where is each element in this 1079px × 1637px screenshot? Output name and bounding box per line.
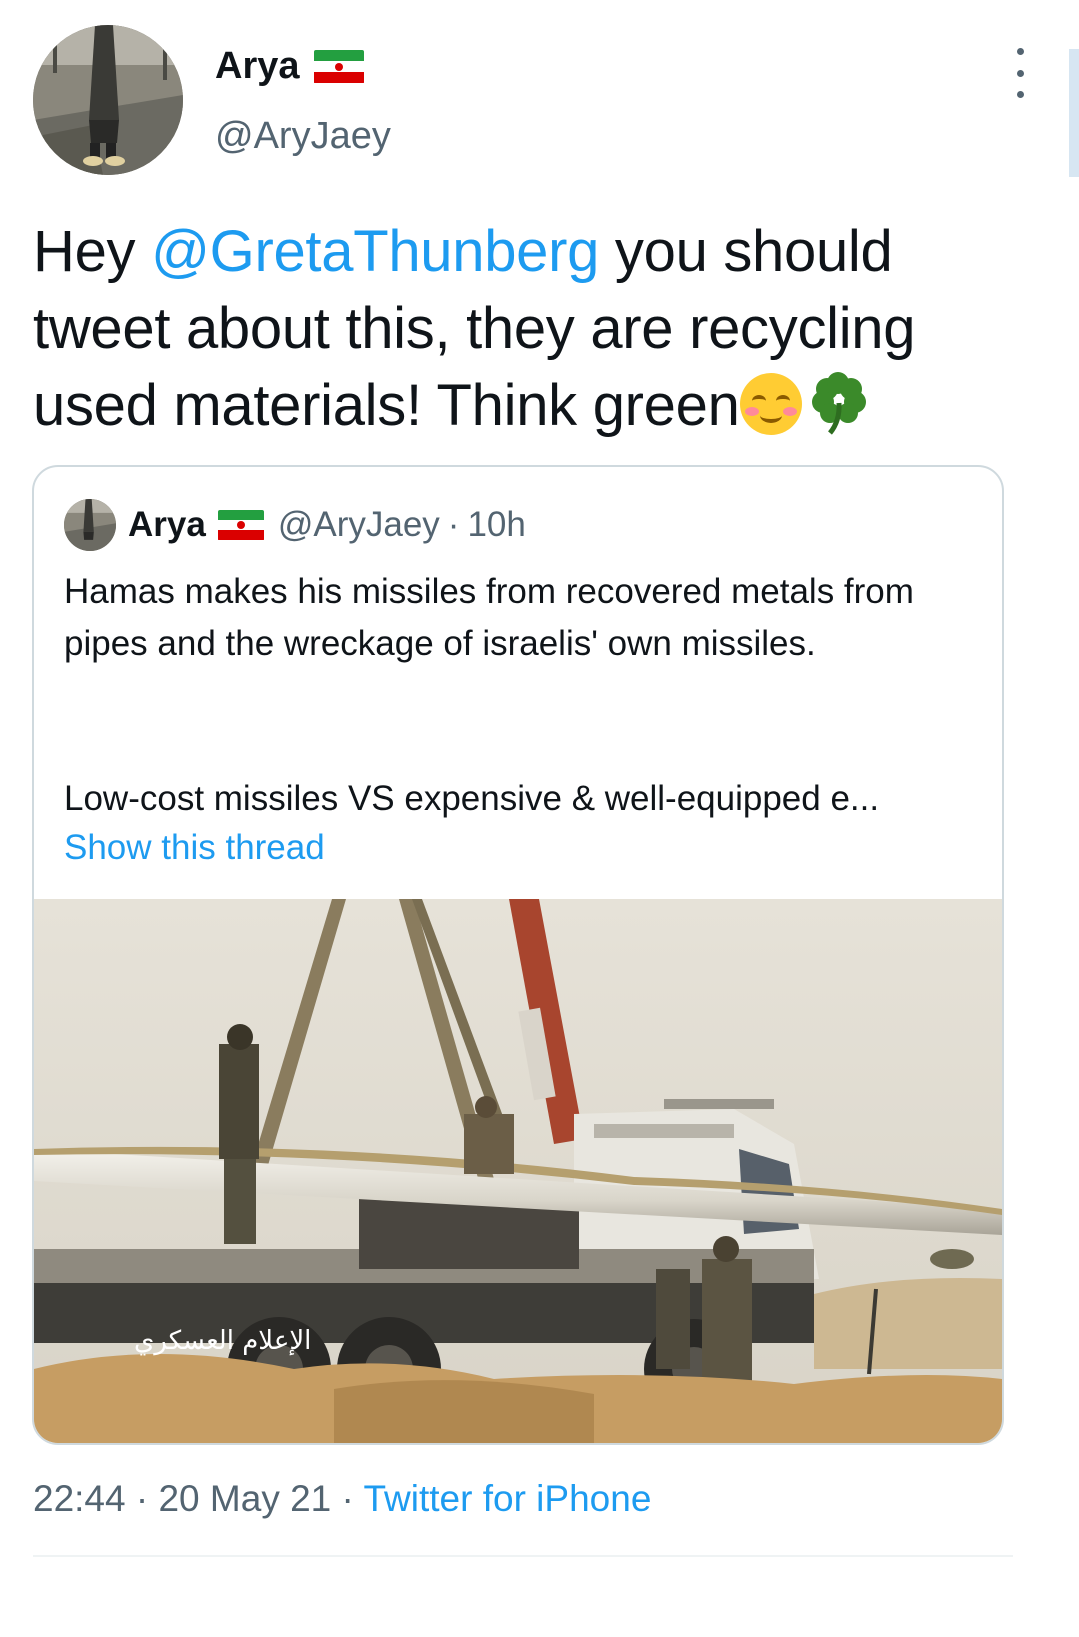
avatar-photo xyxy=(33,25,183,175)
tweet-time[interactable]: 22:44 xyxy=(33,1478,126,1519)
quoted-tweet-header: Arya @AryJaey · 10h xyxy=(64,499,526,551)
more-options-icon[interactable] xyxy=(1010,48,1030,98)
meta-separator: · xyxy=(331,1478,364,1519)
iran-flag-icon xyxy=(313,49,364,84)
tweet-date[interactable]: 20 May 21 xyxy=(158,1478,331,1519)
four-leaf-clover-emoji-icon xyxy=(811,371,866,435)
iran-flag-icon xyxy=(217,509,264,541)
separator-dot: · xyxy=(447,505,460,544)
tweet-source-link[interactable]: Twitter for iPhone xyxy=(363,1478,651,1519)
meta-separator: · xyxy=(125,1478,159,1519)
tweet-text: Hey @GretaThunberg you should tweet abou… xyxy=(33,213,1023,444)
quoted-tweet-text-truncated: Low-cost missiles VS expensive & well-eq… xyxy=(64,779,880,818)
media-watermark: الإعلام العسكري xyxy=(134,1326,311,1356)
quoted-author-avatar xyxy=(64,499,116,551)
divider xyxy=(33,1555,1013,1557)
quoted-tweet-card[interactable]: Arya @AryJaey · 10h Hamas makes his miss… xyxy=(32,465,1004,1445)
author-avatar[interactable] xyxy=(33,25,183,175)
quoted-author-handle: @AryJaey xyxy=(277,505,440,544)
show-thread-link[interactable]: Show this thread xyxy=(64,828,325,868)
author-name-row[interactable]: Arya xyxy=(215,45,364,88)
scrollbar[interactable] xyxy=(1069,49,1079,177)
author-handle[interactable]: @AryJaey xyxy=(215,115,391,158)
quoted-tweet-text: Hamas makes his missiles from recovered … xyxy=(64,572,914,663)
quoted-tweet-time: 10h xyxy=(467,505,526,544)
quoted-author-name: Arya xyxy=(128,505,206,544)
smiling-face-emoji-icon xyxy=(739,372,802,435)
tweet-text-pre: Hey xyxy=(33,219,152,284)
tweet-meta: 22:44 · 20 May 21 · Twitter for iPhone xyxy=(33,1478,651,1520)
quoted-tweet-media-image[interactable]: الإعلام العسكري xyxy=(34,899,1002,1443)
author-name[interactable]: Arya xyxy=(215,45,300,88)
mention-link[interactable]: @GretaThunberg xyxy=(151,219,599,284)
